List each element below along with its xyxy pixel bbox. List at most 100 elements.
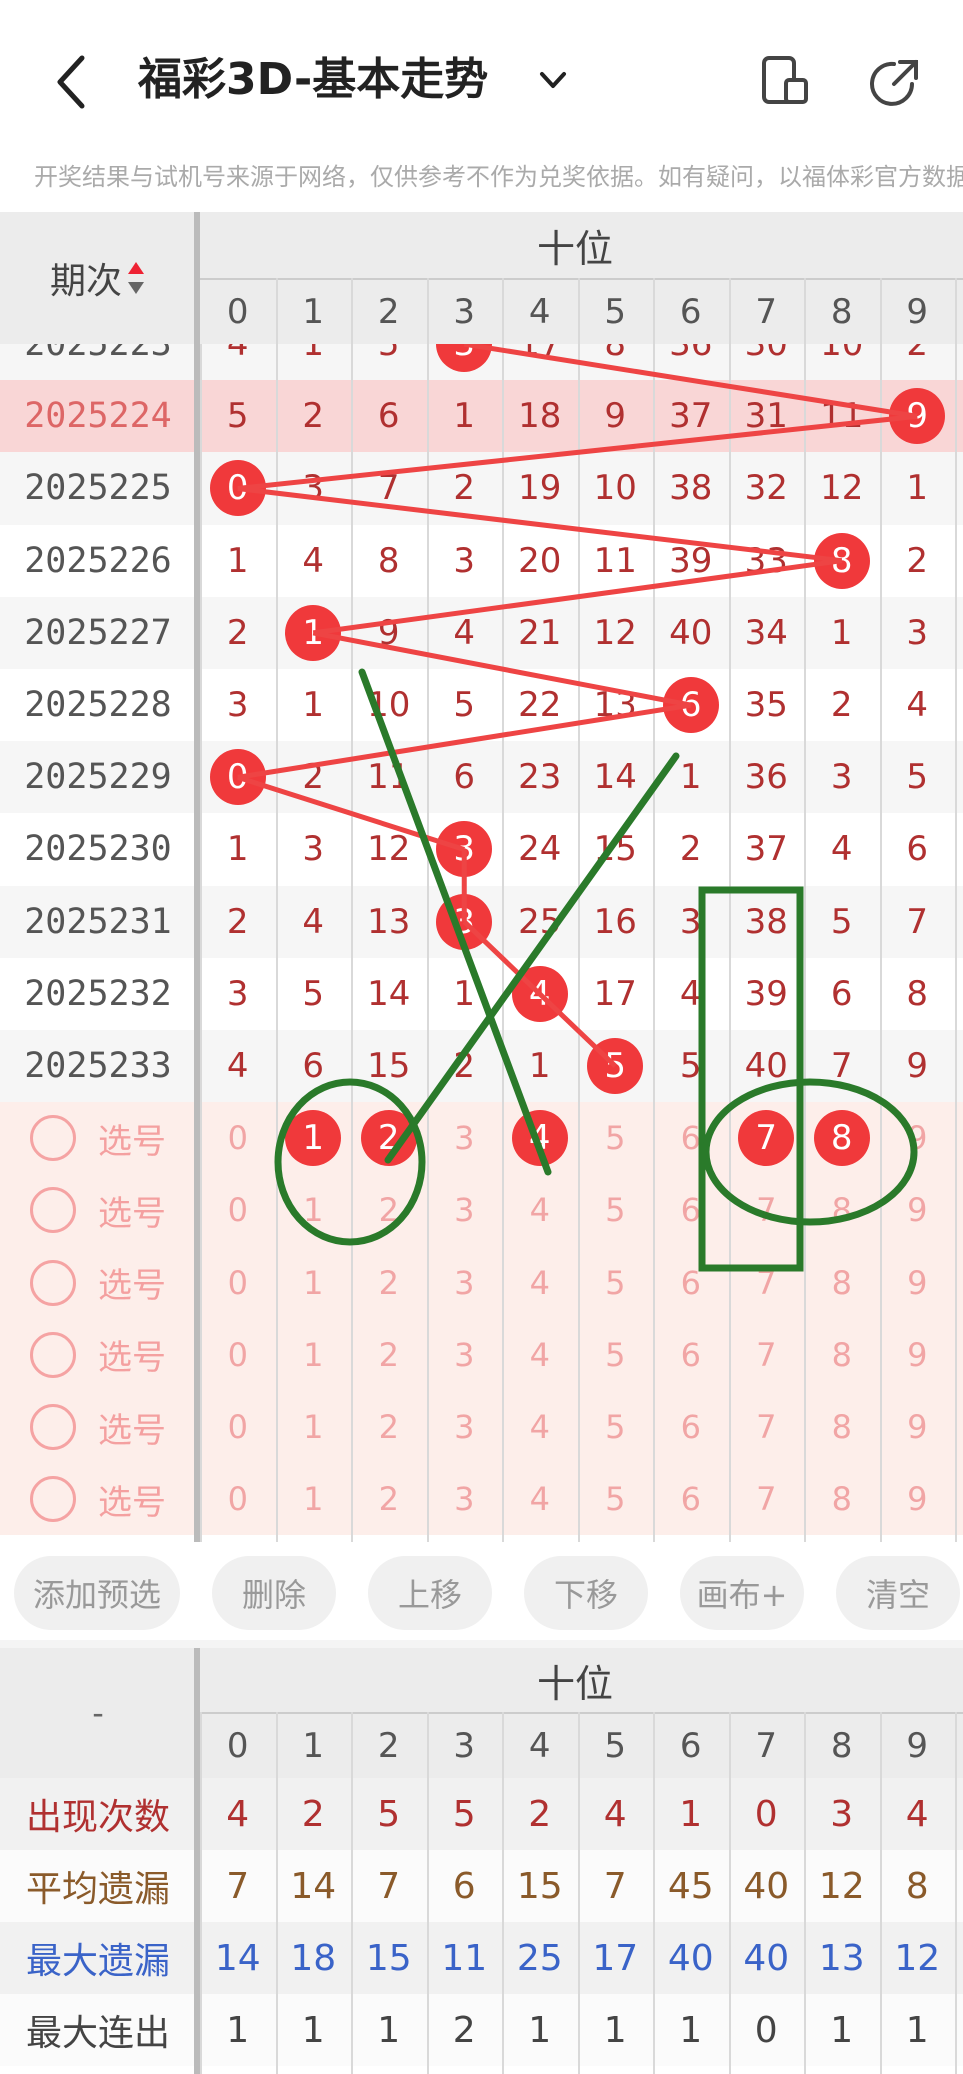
header-line <box>200 278 963 280</box>
stats-value: 1 <box>679 2009 703 2051</box>
stats-col-divider <box>502 1712 504 2074</box>
stats-value: 11 <box>441 1937 488 1979</box>
stats-value: 1 <box>301 2009 325 2051</box>
stats-row-label: 平均遗漏 <box>25 1869 170 1910</box>
stats-col-divider <box>200 1712 202 2074</box>
stats-value: 2 <box>528 1793 552 1835</box>
stats-value: 1 <box>377 2009 401 2051</box>
stats-value: 1 <box>603 2009 627 2051</box>
stats-col-divider <box>728 1712 731 2074</box>
stats-value: 4 <box>603 1793 627 1835</box>
trend-line <box>312 558 843 636</box>
stats-value: 1 <box>830 2009 854 2051</box>
stats-value: 4 <box>226 1793 250 1835</box>
stats-value: 7 <box>377 1865 401 1907</box>
stats-value: 14 <box>290 1865 337 1907</box>
stats-value: 3 <box>830 1793 854 1835</box>
disclaimer-notice: 开奖结果与试机号来源于网络，仅供参考不作为兑奖依据。如有疑问，以福体彩官方数据 <box>34 163 963 191</box>
trend-line <box>236 774 466 852</box>
stats-value: 4 <box>905 1793 929 1835</box>
digit-header-2: 2 <box>377 292 400 332</box>
stats-value: 6 <box>452 1865 476 1907</box>
stats-value: 7 <box>226 1865 250 1907</box>
header-col-divider <box>426 278 429 344</box>
phone-icon[interactable] <box>760 54 810 108</box>
stats-value: 25 <box>516 1937 563 1979</box>
chevron-down-icon[interactable] <box>536 66 570 96</box>
trend-line <box>237 486 843 564</box>
chevron-left-icon[interactable] <box>50 52 100 112</box>
stats-digit-header: 1 <box>302 1726 325 1766</box>
header-col-divider <box>955 278 957 344</box>
stats-value: 15 <box>516 1865 563 1907</box>
stats-digit-header: 9 <box>906 1726 929 1766</box>
stats-value: 1 <box>905 2009 929 2051</box>
stats-digit-header: 6 <box>679 1726 702 1766</box>
stats-value: 40 <box>667 1937 714 1979</box>
stats-col-divider <box>804 1712 806 2074</box>
page-title: 福彩3D-基本走势 <box>138 54 489 105</box>
digit-header-0: 0 <box>226 292 249 332</box>
digit-header-8: 8 <box>830 292 853 332</box>
trend-line <box>237 702 692 780</box>
stats-corner: - <box>92 1694 104 1732</box>
top-bar: 福彩3D-基本走势 <box>0 0 963 150</box>
trend-line <box>463 341 918 419</box>
digit-header-3: 3 <box>453 292 476 332</box>
stats-value: 12 <box>894 1937 941 1979</box>
header-col-divider <box>351 278 353 344</box>
header-col-divider <box>653 278 655 344</box>
stats-value: 18 <box>290 1937 337 1979</box>
action-button[interactable]: 下移 <box>524 1556 648 1630</box>
stats-value: 1 <box>528 2009 552 2051</box>
action-button[interactable]: 画布+ <box>680 1556 804 1630</box>
digit-header-7: 7 <box>755 292 778 332</box>
trend-line <box>538 992 617 1068</box>
stats-value: 40 <box>743 1937 790 1979</box>
stats-col-divider <box>426 1712 429 2074</box>
share-icon[interactable] <box>868 54 924 110</box>
header-period-divider <box>194 212 200 344</box>
stats-value: 2 <box>452 2009 476 2051</box>
stats-value: 5 <box>452 1793 476 1835</box>
annotation-circle <box>274 1078 426 1246</box>
action-button[interactable]: 上移 <box>368 1556 492 1630</box>
stats-value: 1 <box>226 2009 250 2051</box>
group-header: 十位 <box>536 226 613 271</box>
stats-digit-header: 0 <box>226 1726 249 1766</box>
stats-value: 7 <box>603 1865 627 1907</box>
digit-header-9: 9 <box>906 292 929 332</box>
stats-table: - 十位 0 1 2 3 4 5 6 7 8 9 出现次数 4 2 5 5 2 4 1 0 3 4 平均遗漏 7 14 7 6 15 7 4… <box>0 1648 963 2074</box>
stats-col-divider <box>577 1712 580 2074</box>
stats-row-label: 最大连出 <box>25 2013 170 2054</box>
sort-arrows-icon <box>128 262 144 294</box>
stats-col-divider <box>653 1712 655 2074</box>
stats-row-label: 最大遗漏 <box>25 1941 170 1982</box>
digit-header-1: 1 <box>302 292 325 332</box>
stats-value: 8 <box>905 1865 929 1907</box>
period-header-label: 期次 <box>49 261 122 302</box>
stats-value: 40 <box>743 1865 790 1907</box>
stats-digit-header: 4 <box>528 1726 551 1766</box>
stats-digit-header: 3 <box>453 1726 476 1766</box>
digit-header-6: 6 <box>679 292 702 332</box>
action-button[interactable]: 清空 <box>836 1556 960 1630</box>
stats-digit-header: 5 <box>604 1726 627 1766</box>
stats-value: 0 <box>754 1793 778 1835</box>
stats-digit-header: 8 <box>830 1726 853 1766</box>
annotation-stroke <box>384 752 680 1164</box>
stats-value: 17 <box>592 1937 639 1979</box>
stats-value: 5 <box>377 1793 401 1835</box>
header-col-divider <box>879 278 882 344</box>
action-button[interactable]: 删除 <box>212 1556 336 1630</box>
action-button[interactable]: 添加预选 <box>14 1556 180 1630</box>
stats-col-divider <box>955 1712 957 2074</box>
stats-value: 45 <box>667 1865 714 1907</box>
stats-value: 1 <box>679 1793 703 1835</box>
stats-value: 15 <box>365 1937 412 1979</box>
header-col-divider <box>275 278 278 344</box>
stats-value: 12 <box>818 1865 865 1907</box>
stats-col-divider <box>879 1712 882 2074</box>
stats-value: 0 <box>754 2009 778 2051</box>
period-header[interactable]: 期次 <box>0 212 196 344</box>
